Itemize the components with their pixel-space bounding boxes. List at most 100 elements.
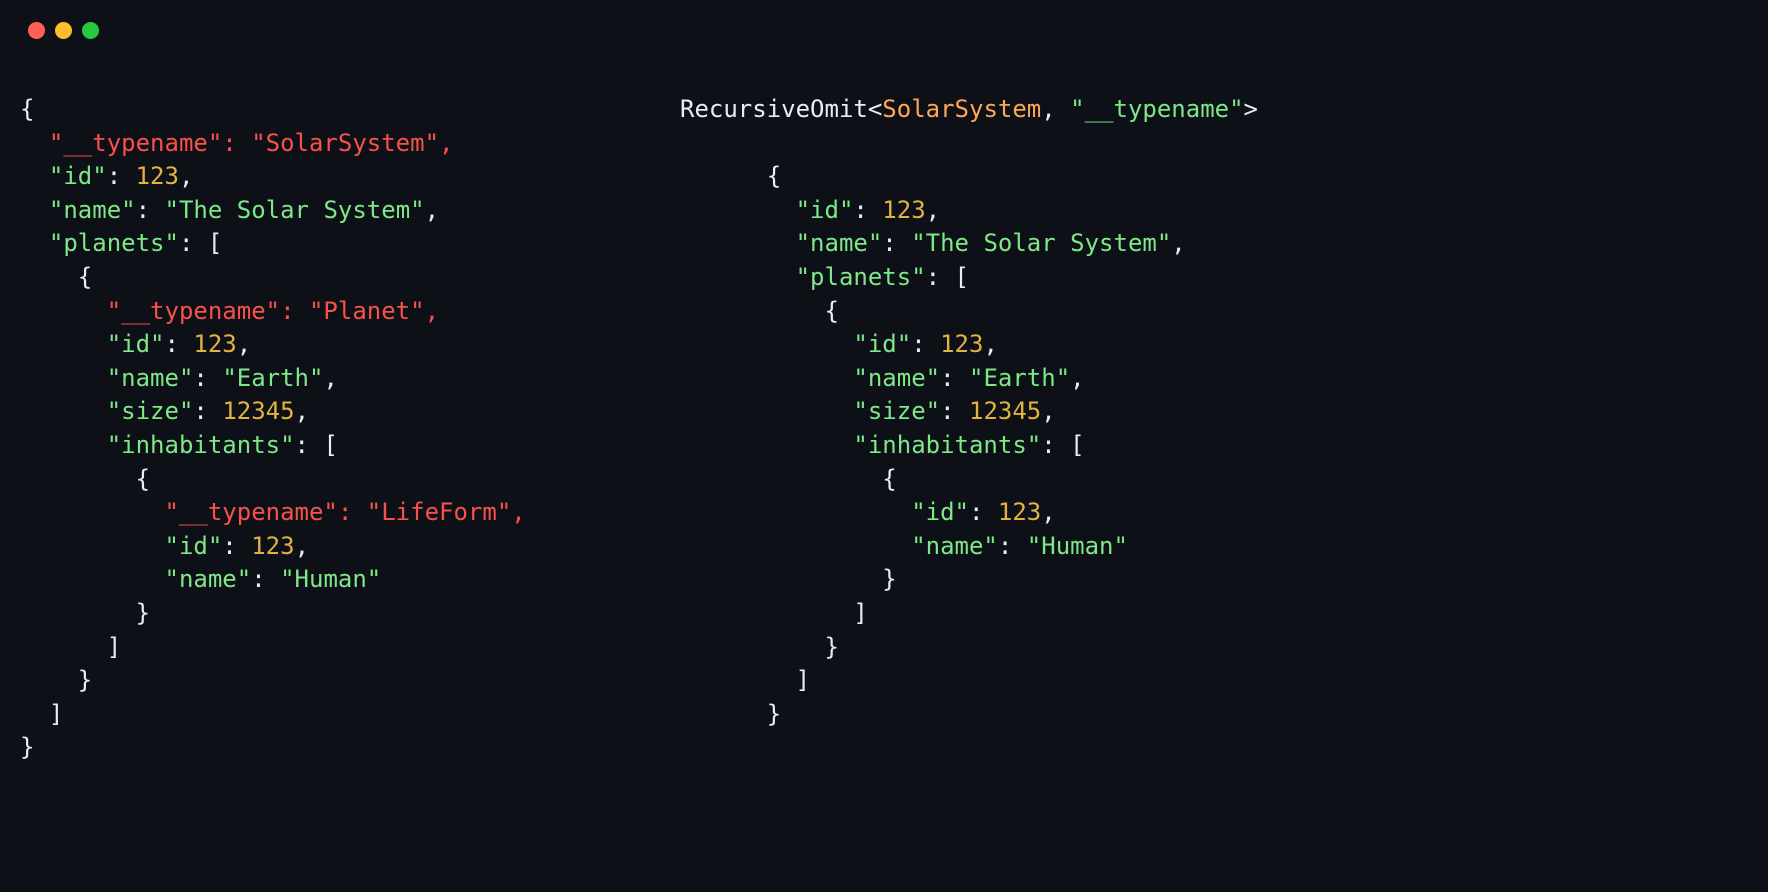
code-token: ,	[1171, 229, 1185, 257]
code-token: "planets"	[49, 229, 179, 257]
after-line: "id": 123,	[680, 328, 1748, 362]
after-line: {	[680, 295, 1748, 329]
code-token: 123	[251, 532, 294, 560]
code-token	[680, 397, 853, 425]
code-token: "__typename"	[1070, 95, 1243, 123]
code-token: : [	[1041, 431, 1084, 459]
code-token	[20, 196, 49, 224]
code-token: 123	[193, 330, 236, 358]
code-token: {	[680, 297, 839, 325]
zoom-icon[interactable]	[82, 22, 99, 39]
code-token	[680, 196, 796, 224]
code-token	[680, 498, 911, 526]
after-line: "inhabitants": [	[680, 429, 1748, 463]
code-token: <	[868, 95, 882, 123]
before-line: "__typename": "Planet",	[20, 295, 680, 329]
before-line: "id": 123,	[20, 328, 680, 362]
before-line: "planets": [	[20, 227, 680, 261]
after-line: "planets": [	[680, 261, 1748, 295]
before-line: {	[20, 463, 680, 497]
before-line: }	[20, 597, 680, 631]
code-token: "id"	[107, 330, 165, 358]
after-line: ]	[680, 664, 1748, 698]
code-token: "id"	[796, 196, 854, 224]
before-line: ]	[20, 631, 680, 665]
code-token: "id"	[911, 498, 969, 526]
after-line: "name": "The Solar System",	[680, 227, 1748, 261]
code-token: "id"	[49, 162, 107, 190]
code-token: "name"	[911, 532, 998, 560]
code-token: "The Solar System"	[165, 196, 425, 224]
code-token: "Earth"	[222, 364, 323, 392]
code-token: :	[911, 330, 940, 358]
code-token	[20, 330, 107, 358]
before-line: "name": "The Solar System",	[20, 194, 680, 228]
code-token	[680, 431, 853, 459]
code-token: ,	[983, 330, 997, 358]
code-token: ,	[425, 196, 439, 224]
code-token: :	[136, 196, 165, 224]
before-line: {	[20, 93, 680, 127]
before-line: "name": "Human"	[20, 563, 680, 597]
code-token	[680, 364, 853, 392]
code-token: "Human"	[280, 565, 381, 593]
before-line: ]	[20, 698, 680, 732]
code-columns: { "__typename": "SolarSystem", "id": 123…	[0, 39, 1768, 765]
code-token: "planets"	[796, 263, 926, 291]
code-token: {	[20, 95, 34, 123]
code-token	[20, 229, 49, 257]
code-token	[20, 397, 107, 425]
before-line: "name": "Earth",	[20, 362, 680, 396]
code-token: : [	[179, 229, 222, 257]
code-token: "Earth"	[969, 364, 1070, 392]
minimize-icon[interactable]	[55, 22, 72, 39]
code-token: :	[222, 532, 251, 560]
code-token: 123	[940, 330, 983, 358]
code-token: :	[853, 196, 882, 224]
blank-line	[680, 127, 1748, 161]
code-token: :	[107, 162, 136, 190]
code-token	[20, 565, 165, 593]
code-token: :	[165, 330, 194, 358]
before-line: "__typename": "SolarSystem",	[20, 127, 680, 161]
code-token: SolarSystem	[882, 95, 1041, 123]
code-token: : [	[295, 431, 338, 459]
code-token: :	[969, 498, 998, 526]
code-token: {	[20, 465, 150, 493]
after-line: "size": 12345,	[680, 395, 1748, 429]
code-token: "size"	[853, 397, 940, 425]
code-token: ,	[1041, 498, 1055, 526]
code-token: }	[680, 700, 781, 728]
code-token: ]	[20, 633, 121, 661]
close-icon[interactable]	[28, 22, 45, 39]
before-line: "id": 123,	[20, 160, 680, 194]
code-token: 123	[882, 196, 925, 224]
after-line: {	[680, 160, 1748, 194]
code-token: ,	[1041, 95, 1070, 123]
code-token: 123	[998, 498, 1041, 526]
before-line: {	[20, 261, 680, 295]
code-token: 12345	[222, 397, 294, 425]
code-token	[680, 532, 911, 560]
window-traffic-lights	[0, 0, 1768, 39]
code-token: : [	[926, 263, 969, 291]
code-token: "id"	[853, 330, 911, 358]
type-expression: RecursiveOmit<SolarSystem, "__typename">	[680, 93, 1748, 127]
code-token: 123	[136, 162, 179, 190]
code-token	[20, 431, 107, 459]
code-token: ]	[20, 700, 63, 728]
code-token: "inhabitants"	[107, 431, 295, 459]
code-token: "__typename": "Planet",	[20, 297, 439, 325]
code-token: {	[680, 162, 781, 190]
before-line: }	[20, 731, 680, 765]
code-token: RecursiveOmit	[680, 95, 868, 123]
code-token: {	[680, 465, 897, 493]
code-token: "name"	[165, 565, 252, 593]
code-token: "name"	[853, 364, 940, 392]
code-token: "__typename": "LifeForm",	[20, 498, 526, 526]
code-token: :	[251, 565, 280, 593]
code-token: ,	[295, 532, 309, 560]
after-line: "name": "Human"	[680, 530, 1748, 564]
code-token: 12345	[969, 397, 1041, 425]
code-token: ,	[295, 397, 309, 425]
